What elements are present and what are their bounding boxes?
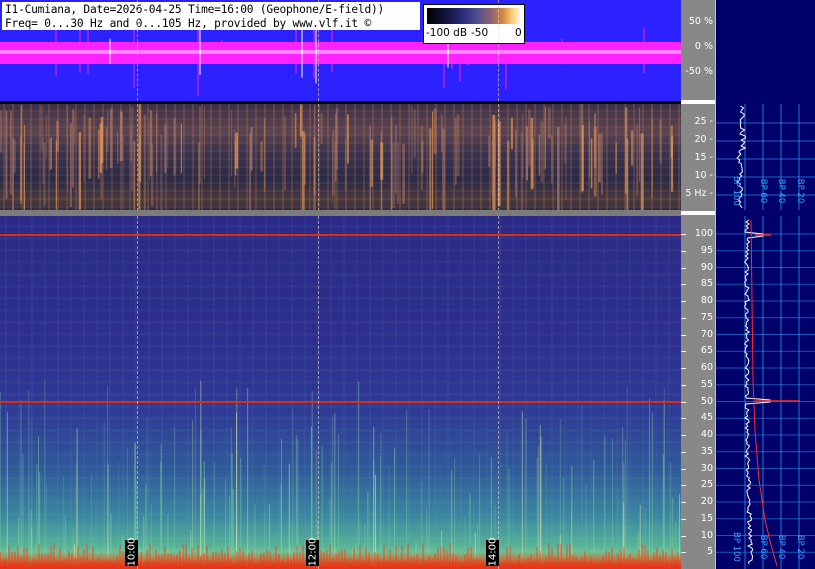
bp-label-top: BP 40 xyxy=(776,178,786,204)
vlf-monitor-view: I1-Cumiana, Date=2026-04-25 Time=16:00 (… xyxy=(0,0,815,569)
bp-label-top: BP 100 xyxy=(731,176,741,206)
time-gridline xyxy=(318,216,319,569)
line-50hz xyxy=(0,401,681,403)
high-tick-mark xyxy=(681,552,686,554)
waveform-tick-0: 0 % xyxy=(694,41,713,52)
average-spectrum-panel: BP 100 BP 60 BP 40 BP 20 BP 100 BP 60 BP… xyxy=(715,0,815,569)
high-tick: 50 xyxy=(700,395,713,407)
high-tick-mark xyxy=(681,384,686,386)
high-tick: 100 xyxy=(694,228,713,239)
bp-label-top: BP 60 xyxy=(758,178,768,204)
colorbar-gradient xyxy=(427,8,520,24)
colorbar-label-max: 0 xyxy=(515,27,522,39)
time-label-1200: 12:00 xyxy=(306,537,319,567)
title-line-frequency: Freq= 0...30 Hz and 0...105 Hz, provided… xyxy=(5,17,371,30)
high-tick-mark xyxy=(681,267,686,269)
high-tick-mark xyxy=(681,301,686,302)
bp-label-top: BP 20 xyxy=(795,178,805,204)
spectrogram-low-band xyxy=(0,552,681,569)
time-label-1000: 10:00 xyxy=(125,537,138,567)
high-tick-mark xyxy=(681,468,686,470)
high-tick: 20 xyxy=(700,496,713,507)
time-label-1400: 14:00 xyxy=(486,537,499,567)
high-tick: 25 xyxy=(700,479,713,491)
bp-label-bottom: BP 20 xyxy=(795,534,805,560)
high-tick: 60 xyxy=(700,362,713,373)
high-tick-mark xyxy=(681,485,686,487)
high-tick-mark xyxy=(681,418,686,420)
axis-separator xyxy=(681,211,715,215)
high-tick-mark xyxy=(681,451,686,453)
low-tick: 15 - xyxy=(694,152,713,163)
high-tick-mark xyxy=(681,401,686,403)
spectrogram-events xyxy=(0,380,680,569)
high-tick-mark xyxy=(681,250,686,252)
high-tick: 40 xyxy=(700,429,713,440)
time-gridline xyxy=(137,104,138,211)
spectrogram-events xyxy=(0,104,674,211)
high-tick: 45 xyxy=(700,412,713,424)
high-tick: 65 xyxy=(700,345,713,357)
high-tick: 75 xyxy=(700,311,713,323)
time-gridline xyxy=(498,0,499,101)
high-tick: 10 xyxy=(700,529,713,541)
bp-label-bottom: BP 40 xyxy=(776,534,786,560)
title-box: I1-Cumiana, Date=2026-04-25 Time=16:00 (… xyxy=(2,2,420,30)
high-tick-mark xyxy=(681,518,686,520)
high-tick: 80 xyxy=(700,295,713,306)
high-tick: 95 xyxy=(700,244,713,256)
colorbar-label-min: -100 dB xyxy=(426,27,468,39)
low-tick: 10 - xyxy=(694,170,713,181)
axis-separator xyxy=(681,100,715,104)
high-tick-mark xyxy=(681,284,686,286)
waveform-panel: I1-Cumiana, Date=2026-04-25 Time=16:00 (… xyxy=(0,0,681,101)
bp-label-bottom: BP 60 xyxy=(758,534,768,560)
colorbar-label-mid: -50 xyxy=(471,27,489,39)
line-100hz xyxy=(0,234,681,236)
high-tick: 30 xyxy=(700,462,713,474)
high-tick-mark xyxy=(681,234,686,235)
high-tick-mark xyxy=(681,317,686,319)
low-tick: 5 Hz - xyxy=(685,188,713,199)
high-tick: 5 xyxy=(706,546,713,558)
high-tick: 70 xyxy=(700,328,713,340)
high-tick-mark xyxy=(681,435,686,436)
high-tick-mark xyxy=(681,351,686,353)
high-tick-mark xyxy=(681,368,686,369)
low-tick: 20 - xyxy=(694,134,713,145)
high-tick-mark xyxy=(681,535,686,537)
time-gridline xyxy=(137,216,138,569)
colorbar-legend: -100 dB -50 0 xyxy=(423,4,525,44)
high-tick-mark xyxy=(681,334,686,336)
time-gridline xyxy=(318,104,319,211)
high-tick: 90 xyxy=(700,261,713,273)
spectrogram-0-105hz: 10:00 12:00 14:00 xyxy=(0,216,681,569)
title-line-station: I1-Cumiana, Date=2026-04-25 Time=16:00 (… xyxy=(5,3,385,16)
low-tick: 25 - xyxy=(694,116,713,127)
waveform-tick-50: 50 % xyxy=(688,16,713,27)
high-tick: 35 xyxy=(700,445,713,457)
average-spectrum-plot xyxy=(715,0,815,569)
bp-label-bottom: BP 100 xyxy=(731,532,741,562)
high-tick: 85 xyxy=(700,278,713,290)
time-gridline xyxy=(498,104,499,211)
time-gridline xyxy=(318,0,319,101)
high-tick: 55 xyxy=(700,378,713,390)
waveform-tick-minus50: -50 % xyxy=(685,66,713,77)
high-tick-mark xyxy=(681,502,686,503)
time-gridline xyxy=(137,0,138,101)
spectrogram-0-30hz xyxy=(0,104,681,211)
high-tick: 15 xyxy=(700,512,713,524)
time-gridline xyxy=(498,216,499,569)
